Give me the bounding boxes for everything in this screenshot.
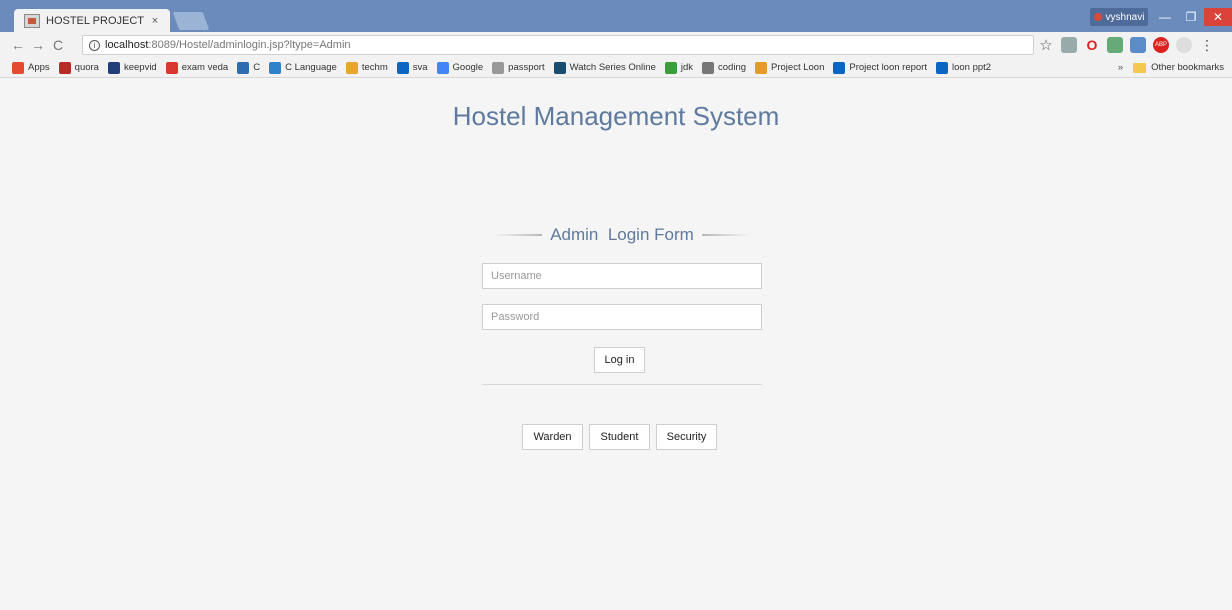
bookmark-item[interactable]: Apps	[12, 61, 50, 74]
c-language-icon	[269, 61, 282, 74]
bookmark-item[interactable]: Project Loon	[755, 61, 825, 74]
extension-icons: ☆ O ABP ⋮	[1038, 36, 1215, 55]
bookmark-item[interactable]: Project loon report	[833, 61, 927, 74]
heading-divider-right	[701, 234, 750, 236]
url-path: :8089/Hostel/adminlogin.jsp?ltype=Admin	[148, 39, 351, 51]
address-bar[interactable]: i localhost :8089/Hostel/adminlogin.jsp?…	[82, 35, 1034, 55]
tab-favicon-icon	[24, 14, 40, 28]
bookmark-label: Google	[452, 62, 484, 73]
profile-button[interactable]: vyshnavi	[1090, 8, 1148, 26]
bookmark-item[interactable]: C	[237, 61, 261, 74]
bookmark-item[interactable]: sva	[396, 61, 428, 74]
menu-icon[interactable]: ⋮	[1199, 37, 1215, 53]
bookmark-star-icon[interactable]: ☆	[1038, 37, 1054, 54]
form-heading: Admin Login Form	[482, 223, 762, 247]
bookmark-label: Project loon report	[849, 62, 927, 73]
techm-icon	[345, 61, 358, 74]
google-icon	[436, 61, 449, 74]
loon-icon	[755, 61, 768, 74]
tab-close-icon[interactable]: ×	[148, 15, 162, 27]
extension-icon[interactable]	[1107, 37, 1123, 53]
watchseries-icon	[553, 61, 566, 74]
reload-icon[interactable]: C	[48, 37, 68, 53]
forward-arrow-icon[interactable]: →	[28, 37, 48, 53]
bookmark-item[interactable]: exam veda	[165, 61, 229, 74]
folder-icon	[1133, 62, 1147, 73]
bookmark-item[interactable]: Watch Series Online	[553, 61, 656, 74]
form-divider	[482, 384, 762, 385]
bookmark-item[interactable]: jdk	[664, 61, 694, 74]
bookmark-label: loon ppt2	[951, 62, 992, 73]
browser-toolbar: ← → C i localhost :8089/Hostel/adminlogi…	[0, 32, 1232, 58]
bookmark-item[interactable]: loon ppt2	[935, 61, 992, 74]
linkedin-icon	[396, 61, 409, 74]
keepvid-icon	[107, 61, 120, 74]
more-bookmarks-button[interactable]: »	[1118, 62, 1123, 73]
bookmark-label: sva	[412, 62, 428, 73]
warden-button[interactable]: Warden	[522, 424, 583, 450]
bookmarks-bar: Apps quora keepvid exam veda C C Language tech…	[0, 58, 1232, 78]
bookmark-label: exam veda	[181, 62, 229, 73]
adblock-icon[interactable]: ABP	[1153, 37, 1169, 53]
student-button[interactable]: Student	[589, 424, 650, 450]
url-host: localhost	[105, 39, 149, 51]
page-icon	[492, 61, 505, 74]
new-tab-button[interactable]	[172, 12, 210, 30]
bookmark-item[interactable]: passport	[492, 61, 545, 74]
bookmarks-right: » Other bookmarks	[1118, 62, 1224, 73]
username-input[interactable]	[482, 263, 762, 289]
bookmark-label: C	[253, 62, 261, 73]
other-bookmarks[interactable]: Other bookmarks	[1151, 62, 1224, 73]
linkedin-icon	[935, 61, 948, 74]
password-input[interactable]	[482, 304, 762, 330]
apps-icon	[12, 61, 24, 74]
bookmark-label: quora	[74, 62, 99, 73]
coding-icon	[702, 61, 715, 74]
page-content: Hostel Management System Admin Login For…	[0, 79, 1232, 610]
bookmark-item[interactable]: Google	[436, 61, 484, 74]
info-icon[interactable]: i	[89, 39, 100, 51]
bookmark-item[interactable]: techm	[345, 61, 388, 74]
bookmark-item[interactable]: C Language	[269, 61, 337, 74]
browser-titlebar: HOSTEL PROJECT × vyshnavi — ❐ ✕	[0, 0, 1232, 33]
maximize-button[interactable]: ❐	[1178, 8, 1204, 26]
login-button[interactable]: Log in	[594, 347, 645, 373]
minimize-button[interactable]: —	[1152, 8, 1178, 26]
heading-divider-left	[494, 234, 543, 236]
c-icon	[237, 61, 250, 74]
bookmark-label: Project Loon	[771, 62, 825, 73]
close-window-button[interactable]: ✕	[1204, 8, 1232, 26]
form-heading-text: Admin Login Form	[550, 225, 694, 244]
bookmark-item[interactable]: quora	[58, 61, 99, 74]
bookmark-label: coding	[718, 62, 747, 73]
bookmark-item[interactable]: coding	[702, 61, 747, 74]
bookmark-label: keepvid	[123, 62, 157, 73]
tab-title: HOSTEL PROJECT	[46, 15, 144, 27]
bookmark-label: C Language	[285, 62, 337, 73]
jdk-icon	[664, 61, 677, 74]
opera-icon[interactable]: O	[1084, 37, 1100, 53]
extension-icon[interactable]	[1061, 37, 1077, 53]
browser-tab[interactable]: HOSTEL PROJECT ×	[14, 9, 170, 33]
bookmark-label: jdk	[680, 62, 694, 73]
linkedin-icon	[833, 61, 846, 74]
bookmark-label: Apps	[28, 62, 50, 73]
extension-icon[interactable]	[1130, 37, 1146, 53]
extension-icon[interactable]	[1176, 37, 1192, 53]
security-button[interactable]: Security	[656, 424, 717, 450]
bookmark-label: passport	[508, 62, 545, 73]
bookmark-label: techm	[361, 62, 388, 73]
bookmark-item[interactable]: keepvid	[107, 61, 157, 74]
quora-icon	[58, 61, 71, 74]
examveda-icon	[165, 61, 178, 74]
page-title: Hostel Management System	[452, 101, 780, 131]
back-arrow-icon[interactable]: ←	[8, 37, 28, 53]
bookmark-label: Watch Series Online	[569, 62, 656, 73]
